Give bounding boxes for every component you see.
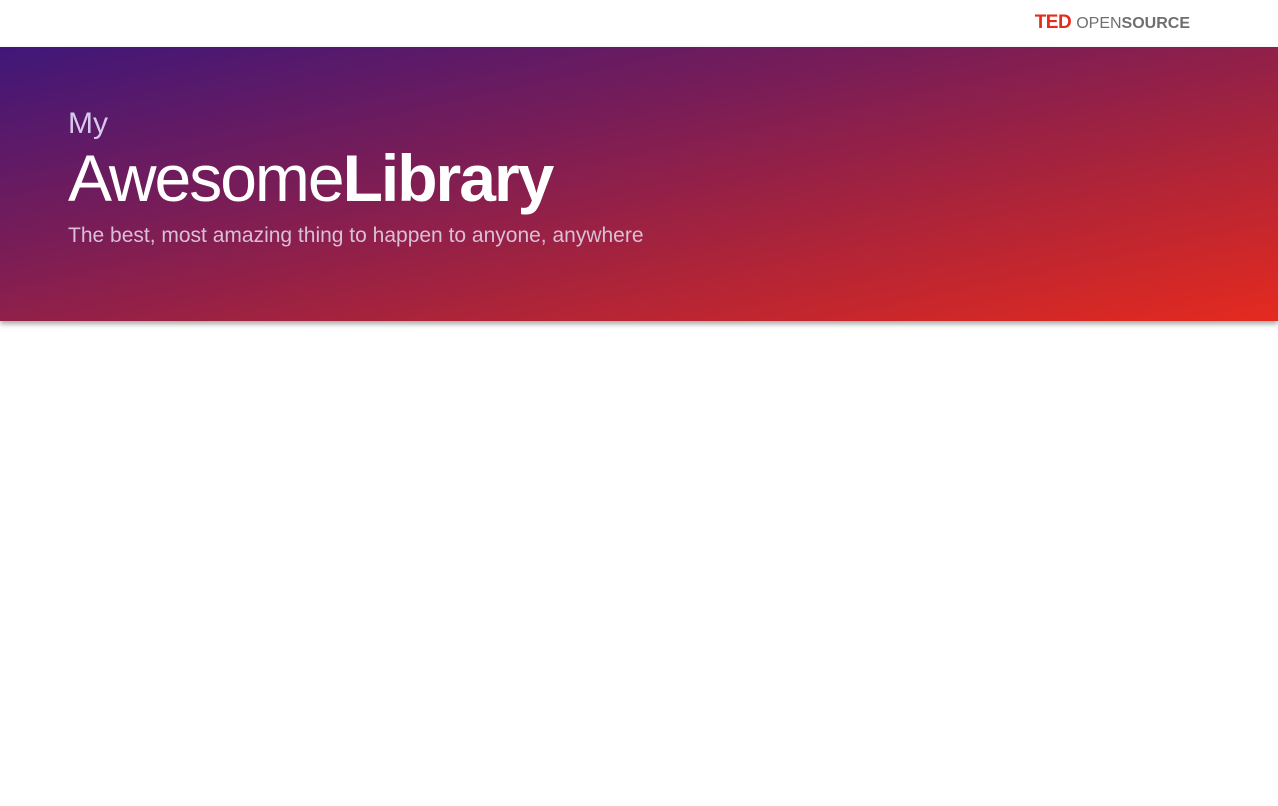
brand-ted: TED [1034, 12, 1072, 33]
top-bar: TED OPEN SOURCE [0, 0, 1278, 47]
hero-pre-title: My [68, 107, 108, 140]
brand-open: OPEN [1076, 15, 1122, 32]
page-title-bold: Library [342, 141, 555, 215]
page-title: AwesomeLibrary [68, 145, 644, 211]
hero-subtitle: The best, most amazing thing to happen t… [68, 224, 644, 247]
hero-content: My AwesomeLibrary The best, most amazing… [68, 107, 644, 249]
main-content [0, 321, 1278, 806]
page-title-light: Awesome [68, 141, 345, 215]
brand-source: SOURCE [1121, 15, 1190, 32]
hero-banner: My AwesomeLibrary The best, most amazing… [0, 47, 1278, 321]
ted-opensource-logo[interactable]: TED OPEN SOURCE [1035, 13, 1190, 33]
